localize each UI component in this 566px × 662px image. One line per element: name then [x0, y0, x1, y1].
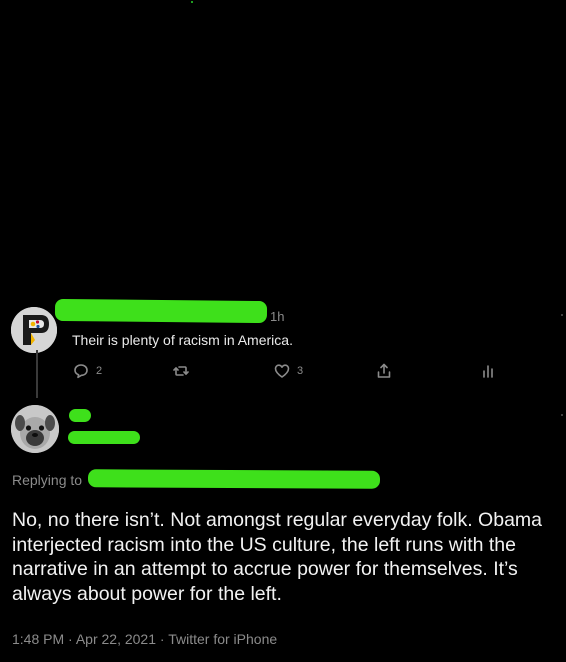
heart-icon	[274, 364, 290, 378]
tweet-source[interactable]: Twitter for iPhone	[168, 631, 277, 647]
meta-separator: ·	[159, 631, 165, 647]
reply-tweet-text: No, no there isn’t. Not amongst regular …	[12, 509, 543, 605]
reply-count: 2	[96, 365, 103, 377]
team-logo-icon	[11, 307, 57, 353]
stray-pixel	[191, 1, 193, 3]
parent-author-avatar[interactable]	[11, 307, 57, 353]
redacted-author-name	[54, 298, 268, 324]
replying-to-label: Replying to	[12, 472, 83, 488]
tweet-date[interactable]: Apr 22, 2021	[76, 631, 156, 647]
parent-tweet-time[interactable]: 1h	[270, 309, 284, 324]
share-icon	[377, 363, 391, 378]
share-button[interactable]	[376, 363, 392, 379]
redacted-replying-handles[interactable]	[87, 469, 381, 489]
stray-pixel	[561, 414, 563, 416]
retweet-icon	[173, 366, 189, 376]
reply-button[interactable]: 2	[73, 363, 102, 379]
meta-separator: ·	[68, 631, 73, 647]
retweet-button[interactable]	[173, 363, 189, 379]
parent-tweet-text: Their is plenty of racism in America.	[72, 332, 293, 348]
analytics-button[interactable]	[480, 363, 496, 379]
tweet-time[interactable]: 1:48 PM	[12, 631, 64, 647]
redacted-handle	[68, 431, 140, 444]
tweet-metadata: 1:48 PM · Apr 22, 2021 · Twitter for iPh…	[12, 631, 277, 647]
stray-pixel	[561, 314, 563, 316]
like-count: 3	[297, 365, 304, 377]
reply-author-avatar[interactable]	[11, 405, 59, 453]
redacted-display-name	[69, 409, 91, 422]
dog-photo-icon	[11, 405, 59, 453]
comment-icon	[74, 364, 88, 379]
parent-tweet-actions: 2 3	[0, 363, 566, 383]
like-button[interactable]: 3	[274, 363, 303, 379]
analytics-icon	[483, 365, 493, 378]
